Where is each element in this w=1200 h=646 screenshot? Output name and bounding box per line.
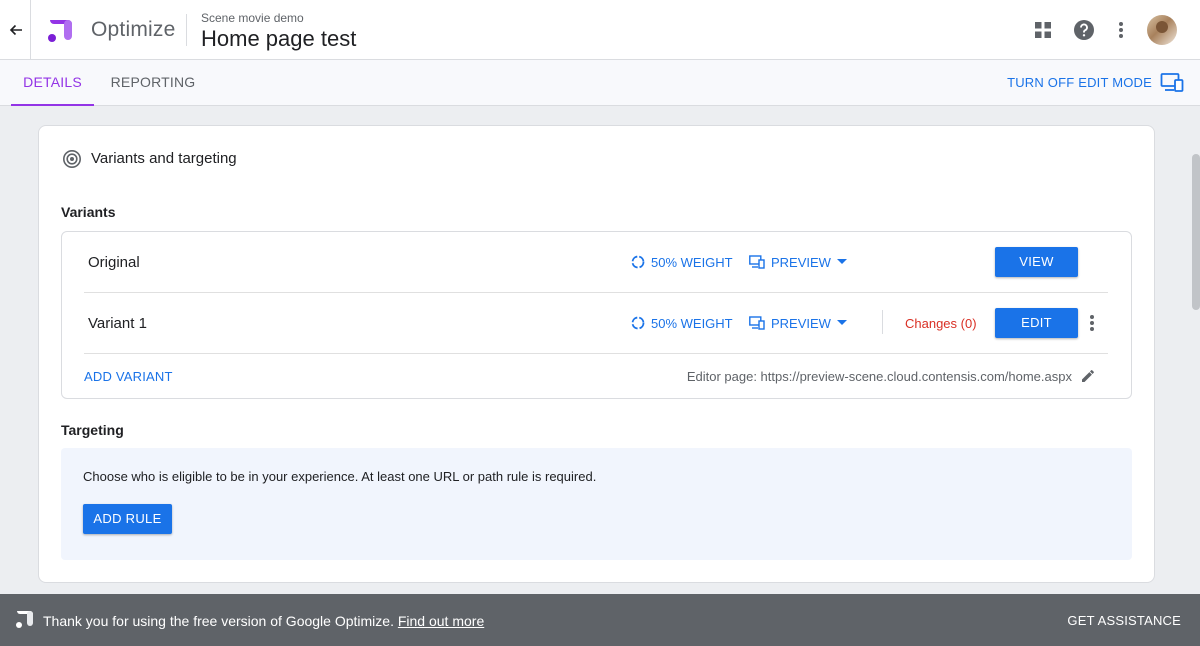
preview-label: PREVIEW <box>771 315 831 331</box>
more-vert-icon <box>1090 315 1094 331</box>
edit-button[interactable]: EDIT <box>995 308 1078 338</box>
weight-cycle-icon <box>631 316 645 330</box>
devices-icon[interactable] <box>1160 71 1184 95</box>
devices-icon <box>749 255 765 269</box>
editor-page-url: Editor page: https://preview-scene.cloud… <box>686 369 1072 384</box>
optimize-logo-icon <box>48 20 72 42</box>
card-title: Variants and targeting <box>91 150 237 167</box>
dropdown-arrow-icon <box>836 320 847 325</box>
title-divider <box>186 14 187 46</box>
experience-title: Home page test <box>201 26 357 51</box>
view-button[interactable]: VIEW <box>995 247 1078 277</box>
preview-label: PREVIEW <box>771 254 831 270</box>
turn-off-edit-mode-button[interactable]: TURN OFF EDIT MODE <box>1007 75 1152 90</box>
dropdown-arrow-icon <box>836 259 847 264</box>
variants-heading: Variants <box>61 204 116 220</box>
back-button[interactable] <box>4 18 28 42</box>
weight-button-original[interactable]: 50% WEIGHT <box>631 252 733 272</box>
more-vert-icon <box>1119 22 1123 38</box>
actions-divider <box>882 310 883 334</box>
targeting-panel <box>61 448 1132 560</box>
arrow-back-icon <box>9 24 22 36</box>
target-icon <box>63 150 81 168</box>
container-name: Scene movie demo <box>201 11 304 25</box>
targeting-heading: Targeting <box>61 422 124 438</box>
header-divider <box>30 0 31 60</box>
find-out-more-link[interactable]: Find out more <box>398 613 484 629</box>
changes-link[interactable]: Changes (0) <box>905 316 977 331</box>
footer-message-text: Thank you for using the free version of … <box>43 613 394 629</box>
help-icon <box>1074 20 1094 40</box>
devices-icon <box>749 316 765 330</box>
scrollbar[interactable] <box>1188 106 1200 594</box>
help-button[interactable] <box>1072 18 1096 42</box>
get-assistance-button[interactable]: GET ASSISTANCE <box>1067 613 1181 628</box>
more-options-button[interactable] <box>1109 18 1133 42</box>
tab-details[interactable]: DETAILS <box>11 60 94 106</box>
row-divider <box>84 292 1108 293</box>
add-variant-button[interactable]: ADD VARIANT <box>84 369 173 384</box>
variant-name-original: Original <box>88 254 140 271</box>
tab-reporting[interactable]: REPORTING <box>107 60 199 106</box>
add-rule-button[interactable]: ADD RULE <box>83 504 172 534</box>
optimize-logo-icon <box>16 611 33 628</box>
preview-button-variant-1[interactable]: PREVIEW <box>749 313 847 333</box>
weight-cycle-icon <box>631 255 645 269</box>
preview-button-original[interactable]: PREVIEW <box>749 252 847 272</box>
weight-label: 50% WEIGHT <box>651 315 733 331</box>
variant-name-1: Variant 1 <box>88 315 147 332</box>
user-avatar[interactable] <box>1147 15 1177 45</box>
weight-button-variant-1[interactable]: 50% WEIGHT <box>631 313 733 333</box>
apps-grid-icon <box>1035 22 1051 38</box>
apps-button[interactable] <box>1031 18 1055 42</box>
footer-message: Thank you for using the free version of … <box>43 613 484 629</box>
row-divider <box>84 353 1108 354</box>
variant-more-button[interactable] <box>1082 313 1102 333</box>
product-name: Optimize <box>91 18 176 41</box>
scrollbar-thumb[interactable] <box>1192 154 1200 310</box>
weight-label: 50% WEIGHT <box>651 254 733 270</box>
targeting-description: Choose who is eligible to be in your exp… <box>83 469 597 484</box>
top-app-bar <box>0 0 1200 60</box>
pencil-icon[interactable] <box>1080 368 1096 384</box>
